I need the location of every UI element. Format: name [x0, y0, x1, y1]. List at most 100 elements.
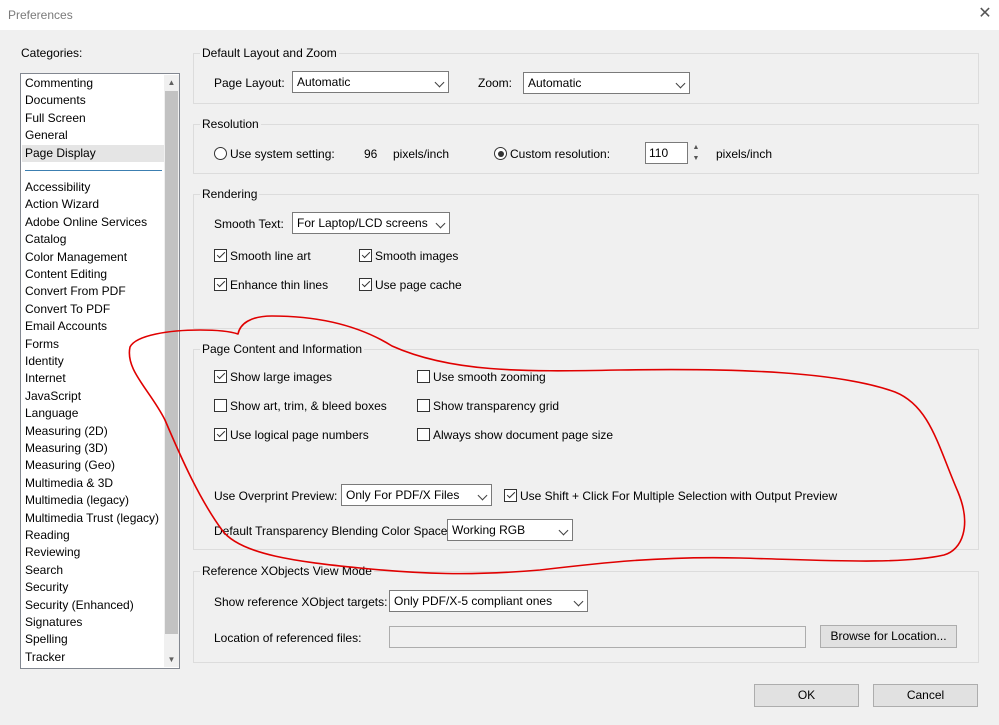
category-item[interactable]: Accessibility: [25, 179, 90, 196]
category-item[interactable]: Search: [25, 562, 63, 579]
scroll-up-icon[interactable]: ▲: [164, 75, 179, 90]
category-item[interactable]: Security: [25, 579, 68, 596]
use-smooth-zooming-label: Use smooth zooming: [433, 370, 546, 384]
chevron-down-icon: [573, 596, 584, 607]
category-item[interactable]: Internet: [25, 370, 66, 387]
blending-space-dropdown[interactable]: Working RGB: [447, 519, 573, 541]
category-item[interactable]: Measuring (Geo): [25, 457, 115, 474]
custom-resolution-radio[interactable]: [494, 147, 507, 160]
show-transparency-grid-label: Show transparency grid: [433, 399, 560, 413]
zoom-value: Automatic: [528, 76, 582, 90]
use-page-cache-label: Use page cache: [375, 278, 462, 292]
resolution-spinner[interactable]: ▲ ▼: [689, 142, 703, 164]
ok-button[interactable]: OK: [754, 684, 859, 707]
smooth-images-checkbox[interactable]: [359, 249, 372, 262]
blending-space-value: Working RGB: [452, 523, 526, 537]
zoom-dropdown[interactable]: Automatic: [523, 72, 690, 94]
overprint-label: Use Overprint Preview:: [214, 489, 338, 503]
categories-label: Categories:: [21, 46, 83, 60]
category-item[interactable]: Multimedia & 3D: [25, 475, 113, 492]
custom-resolution-input[interactable]: 110: [645, 142, 688, 164]
category-item[interactable]: Documents: [25, 92, 86, 109]
category-item[interactable]: Action Wizard: [25, 196, 99, 213]
category-item[interactable]: Language: [25, 405, 78, 422]
category-item[interactable]: Content Editing: [25, 266, 107, 283]
category-item[interactable]: Page Display: [22, 144, 164, 162]
category-item[interactable]: Reviewing: [25, 544, 80, 561]
spin-up-icon[interactable]: ▲: [689, 142, 703, 153]
smooth-text-label: Smooth Text:: [214, 217, 284, 231]
smooth-line-art-label: Smooth line art: [230, 249, 311, 263]
category-item[interactable]: Tracker: [25, 649, 65, 666]
chevron-down-icon: [675, 78, 686, 89]
enhance-thin-lines-checkbox[interactable]: [214, 278, 227, 291]
category-item[interactable]: General: [25, 127, 68, 144]
smooth-text-value: For Laptop/LCD screens: [297, 216, 428, 230]
page-content-title: Page Content and Information: [200, 342, 365, 356]
category-item[interactable]: Security (Enhanced): [25, 597, 134, 614]
layout-zoom-title: Default Layout and Zoom: [200, 46, 339, 60]
overprint-dropdown[interactable]: Only For PDF/X Files: [341, 484, 492, 506]
category-item[interactable]: Measuring (2D): [25, 423, 108, 440]
category-item[interactable]: Signatures: [25, 614, 82, 631]
categories-list[interactable]: Commenting Documents Full Screen General Pag…: [20, 73, 180, 669]
blending-space-label: Default Transparency Blending Color Spac…: [214, 524, 451, 538]
page-layout-dropdown[interactable]: Automatic: [292, 71, 449, 93]
category-item[interactable]: Commenting: [25, 75, 93, 92]
window-title: Preferences: [8, 8, 73, 22]
custom-resolution-value: 110: [649, 146, 669, 160]
chevron-down-icon: [435, 218, 446, 229]
category-item[interactable]: Multimedia Trust (legacy): [25, 510, 159, 527]
category-item[interactable]: Convert From PDF: [25, 283, 126, 300]
category-item[interactable]: Multimedia (legacy): [25, 492, 129, 509]
smooth-text-dropdown[interactable]: For Laptop/LCD screens: [292, 212, 450, 234]
system-setting-radio[interactable]: [214, 147, 227, 160]
categories-separator: [25, 170, 162, 171]
category-item[interactable]: Reading: [25, 527, 70, 544]
custom-resolution-label: Custom resolution:: [510, 147, 611, 161]
category-item[interactable]: JavaScript: [25, 388, 81, 405]
shift-click-label: Use Shift + Click For Multiple Selection…: [520, 489, 838, 503]
xobject-targets-dropdown[interactable]: Only PDF/X-5 compliant ones: [389, 590, 588, 612]
category-item[interactable]: Color Management: [25, 249, 127, 266]
custom-resolution-unit: pixels/inch: [716, 147, 773, 161]
categories-scrollbar[interactable]: ▲ ▼: [164, 75, 179, 667]
category-item[interactable]: Email Accounts: [25, 318, 107, 335]
show-transparency-grid-checkbox[interactable]: [417, 399, 430, 412]
use-page-cache-checkbox[interactable]: [359, 278, 372, 291]
enhance-thin-lines-label: Enhance thin lines: [230, 278, 329, 292]
resolution-title: Resolution: [200, 117, 261, 131]
always-show-page-size-label: Always show document page size: [433, 428, 614, 442]
system-setting-label: Use system setting:: [230, 147, 335, 161]
show-bleed-boxes-checkbox[interactable]: [214, 399, 227, 412]
category-item[interactable]: Full Screen: [25, 110, 86, 127]
referenced-files-input[interactable]: [389, 626, 806, 648]
use-logical-page-numbers-checkbox[interactable]: [214, 428, 227, 441]
category-item[interactable]: Identity: [25, 353, 64, 370]
spin-down-icon[interactable]: ▼: [689, 153, 703, 164]
smooth-line-art-checkbox[interactable]: [214, 249, 227, 262]
always-show-page-size-checkbox[interactable]: [417, 428, 430, 441]
system-setting-value: 96: [364, 147, 378, 161]
cancel-button[interactable]: Cancel: [873, 684, 978, 707]
category-item[interactable]: Catalog: [25, 231, 66, 248]
show-large-images-checkbox[interactable]: [214, 370, 227, 383]
close-icon[interactable]: ✕: [975, 4, 995, 24]
category-item[interactable]: Forms: [25, 336, 59, 353]
chevron-down-icon: [434, 77, 445, 88]
browse-location-button[interactable]: Browse for Location...: [820, 625, 957, 648]
shift-click-checkbox[interactable]: [504, 489, 517, 502]
category-item[interactable]: Spelling: [25, 631, 68, 648]
chevron-down-icon: [558, 525, 569, 536]
scroll-thumb[interactable]: [165, 91, 178, 634]
smooth-images-label: Smooth images: [375, 249, 459, 263]
referenced-files-label: Location of referenced files:: [214, 631, 362, 645]
category-item[interactable]: Measuring (3D): [25, 440, 108, 457]
category-item[interactable]: Adobe Online Services: [25, 214, 147, 231]
system-setting-unit: pixels/inch: [393, 147, 450, 161]
title-bar: Preferences ✕: [0, 0, 999, 30]
scroll-down-icon[interactable]: ▼: [164, 652, 179, 667]
category-item[interactable]: Convert To PDF: [25, 301, 110, 318]
use-smooth-zooming-checkbox[interactable]: [417, 370, 430, 383]
overprint-value: Only For PDF/X Files: [346, 488, 460, 502]
